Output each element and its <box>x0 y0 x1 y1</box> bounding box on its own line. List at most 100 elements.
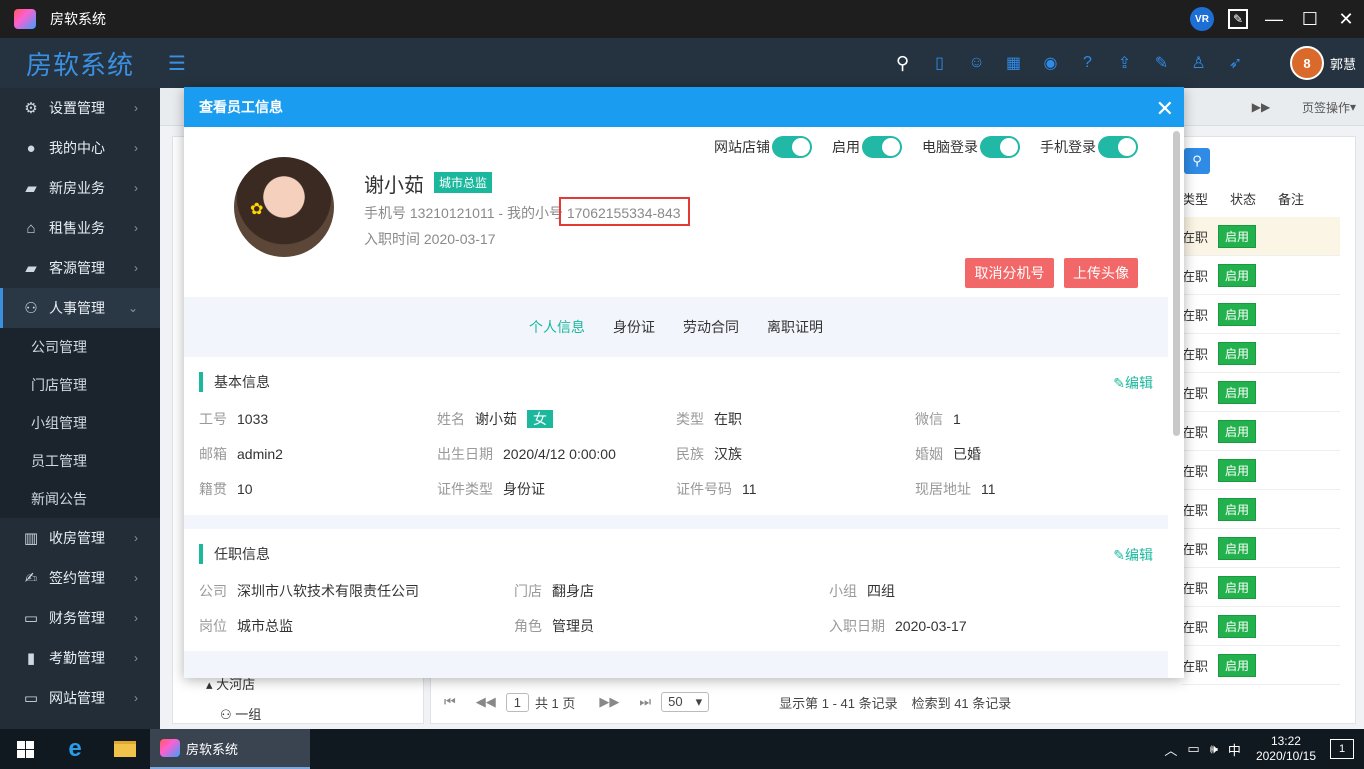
sidebar-item-new-house[interactable]: ▰ 新房业务 › <box>0 168 160 208</box>
sidebar-item-contract[interactable]: ✍ 签约管理 › <box>0 558 160 598</box>
table-row[interactable]: 在职 启用 <box>1182 490 1340 529</box>
sidebar-item-finance[interactable]: ▭ 财务管理 › <box>0 598 160 638</box>
tree-node-group[interactable]: ⚇ 一组 <box>220 704 261 723</box>
user-service-icon[interactable]: ♙ <box>1180 53 1217 73</box>
page-input[interactable]: 1 <box>505 692 529 712</box>
table-row[interactable]: 在职 启用 <box>1182 568 1340 607</box>
sidebar-item-website[interactable]: ▭ 网站管理 › <box>0 678 160 718</box>
tab-personal-info[interactable]: 个人信息 <box>529 317 585 337</box>
page-ops-dropdown[interactable]: 页签操作 ▾ <box>1294 88 1364 126</box>
switch[interactable] <box>980 136 1020 158</box>
cell-type: 在职 <box>1182 580 1209 596</box>
toggle-mobile-login[interactable]: 手机登录 <box>1040 136 1138 158</box>
table-row[interactable]: 在职 启用 <box>1182 451 1340 490</box>
cancel-extension-button[interactable]: 取消分机号 <box>965 258 1054 288</box>
sidebar-item-hr[interactable]: ⚇ 人事管理 ⌄ <box>0 288 160 328</box>
menu-toggle-icon[interactable]: ☰ <box>168 51 186 76</box>
upload-avatar-button[interactable]: 上传头像 <box>1064 258 1138 288</box>
upload-icon[interactable]: ⇪ <box>1106 53 1143 73</box>
sidebar-subitem-store[interactable]: 门店管理 <box>0 366 160 404</box>
switch[interactable] <box>1098 136 1138 158</box>
toggle-website-store[interactable]: 网站店铺 <box>714 136 812 158</box>
cell-type: 在职 <box>1182 268 1209 284</box>
toggle-pc-login[interactable]: 电脑登录 <box>922 136 1020 158</box>
switch[interactable] <box>772 136 812 158</box>
start-button[interactable] <box>0 729 50 769</box>
location-icon[interactable]: ◉ <box>1032 53 1069 73</box>
grid-icon[interactable]: ▦ <box>995 53 1032 73</box>
sidebar-subitem-group[interactable]: 小组管理 <box>0 404 160 442</box>
user-menu[interactable]: 8 郭慧 <box>1289 38 1356 88</box>
prev-page-icon[interactable]: ◀◀ <box>476 694 496 710</box>
edit-basic-button[interactable]: ✎编辑 <box>1113 373 1153 393</box>
app-logo-icon <box>160 739 180 757</box>
table-row[interactable]: 在职 启用 <box>1182 412 1340 451</box>
mobile-icon[interactable]: ▯ <box>921 53 958 73</box>
network-icon[interactable]: ▭ <box>1187 741 1199 757</box>
tab-labor-contract[interactable]: 劳动合同 <box>683 317 739 337</box>
tab-scroll-right-icon[interactable]: ▶▶ <box>1246 88 1276 126</box>
maximize-button[interactable]: ☐ <box>1292 0 1328 38</box>
table-row[interactable]: 在职 启用 <box>1182 529 1340 568</box>
sign-icon: ✍ <box>24 570 38 587</box>
table-row[interactable]: 在职 启用 <box>1182 373 1340 412</box>
modal-scrollbar[interactable] <box>1173 131 1180 436</box>
table-row[interactable]: 在职 启用 <box>1182 217 1340 256</box>
clock[interactable]: 13:22 2020/10/15 <box>1256 734 1316 764</box>
sidebar-item-rent-sale[interactable]: ⌂ 租售业务 › <box>0 208 160 248</box>
last-page-icon[interactable]: ⏭ <box>639 694 651 710</box>
grid-search-button[interactable]: ⚲ <box>1184 148 1210 174</box>
first-page-icon[interactable]: ⏮ <box>444 694 456 710</box>
page-size-select[interactable]: 50 ▾ <box>661 692 710 712</box>
table-row[interactable]: 在职 启用 <box>1182 607 1340 646</box>
run-icon[interactable]: ➶ <box>1217 53 1254 73</box>
close-window-button[interactable]: ✕ <box>1328 0 1364 38</box>
vr-button[interactable]: VR <box>1184 0 1220 38</box>
search-icon[interactable]: ⚲ <box>884 53 921 74</box>
ime-indicator[interactable]: 中 <box>1228 740 1241 759</box>
status-badge: 启用 <box>1218 419 1257 443</box>
contact-icon[interactable]: ☺ <box>958 54 995 72</box>
folder-icon[interactable] <box>100 729 150 769</box>
table-row[interactable]: 在职 启用 <box>1182 334 1340 373</box>
tab-id-card[interactable]: 身份证 <box>613 317 655 337</box>
chevron-right-icon: › <box>134 571 138 585</box>
table-row[interactable]: 在职 启用 <box>1182 646 1340 685</box>
volume-icon[interactable]: 🕪 <box>1210 741 1218 757</box>
sidebar-subitem-employee[interactable]: 员工管理 <box>0 442 160 480</box>
note-icon[interactable]: ✎ <box>1143 53 1180 73</box>
notification-icon[interactable]: 1 <box>1330 739 1354 759</box>
modal-title: 查看员工信息 <box>199 99 283 115</box>
status-badge: 启用 <box>1218 224 1257 248</box>
close-icon[interactable]: ✕ <box>1156 96 1174 122</box>
cell-type: 在职 <box>1182 307 1209 323</box>
field-id-number: 证件号码 11 <box>676 481 757 497</box>
modal-body: 网站店铺 启用 电脑登录 手机登录 ✿ 谢小茹 城市总监 手机号 1321012… <box>184 127 1168 678</box>
chevron-up-icon[interactable]: ︿ <box>1164 740 1177 759</box>
section-title: 任职信息 <box>199 544 270 564</box>
feedback-button[interactable]: ✎ <box>1220 0 1256 38</box>
switch[interactable] <box>862 136 902 158</box>
sidebar-item-my-center[interactable]: ● 我的中心 › <box>0 128 160 168</box>
sidebar-item-settings[interactable]: ⚙ 设置管理 › <box>0 88 160 128</box>
flower-icon: ✿ <box>250 201 264 218</box>
table-row[interactable]: 在职 启用 <box>1182 295 1340 334</box>
cell-type: 在职 <box>1182 463 1209 479</box>
highlight-box <box>559 197 690 226</box>
toggle-enable[interactable]: 启用 <box>832 136 902 158</box>
taskbar-app[interactable]: 房软系统 <box>150 729 310 769</box>
sidebar-subitem-news[interactable]: 新闻公告 <box>0 480 160 518</box>
ie-icon[interactable]: e <box>50 729 100 769</box>
next-page-icon[interactable]: ▶▶ <box>599 694 619 710</box>
minimize-button[interactable]: — <box>1256 0 1292 38</box>
status-badge: 启用 <box>1218 263 1257 287</box>
sidebar-item-acquisition[interactable]: ▥ 收房管理 › <box>0 518 160 558</box>
tab-resignation[interactable]: 离职证明 <box>767 317 823 337</box>
basic-info-section: 基本信息 ✎编辑 工号 1033 姓名 谢小茹女 类型 在职 微信 1 邮箱 admin2… <box>184 357 1168 515</box>
table-row[interactable]: 在职 启用 <box>1182 256 1340 295</box>
sidebar-item-attendance[interactable]: ▮ 考勤管理 › <box>0 638 160 678</box>
sidebar-subitem-company[interactable]: 公司管理 <box>0 328 160 366</box>
help-icon[interactable]: ? <box>1069 54 1106 72</box>
sidebar-item-customers[interactable]: ▰ 客源管理 › <box>0 248 160 288</box>
edit-job-button[interactable]: ✎编辑 <box>1113 545 1153 565</box>
